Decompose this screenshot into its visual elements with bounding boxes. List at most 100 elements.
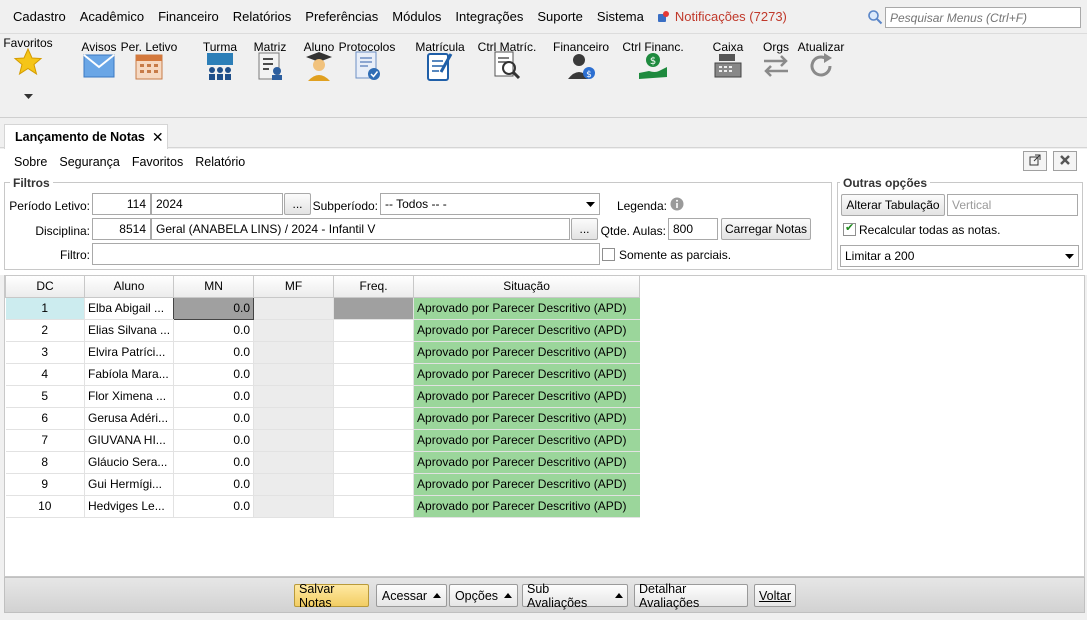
- avisos-button[interactable]: Avisos: [81, 40, 117, 114]
- cell-mn[interactable]: 0.0: [173, 341, 254, 364]
- per-letivo-button[interactable]: Per. Letivo: [121, 40, 177, 114]
- cell-mf[interactable]: [253, 429, 334, 452]
- ctrl-matric-button[interactable]: Ctrl Matríc.: [478, 40, 536, 114]
- table-row[interactable]: 9 Gui Hermígi... 0.0 Aprovado por Parecer D…: [5, 473, 640, 496]
- notifications-link[interactable]: Notificações (7273): [657, 9, 787, 24]
- cell-mf[interactable]: [253, 363, 334, 386]
- menu-favoritos[interactable]: Favoritos: [126, 155, 189, 169]
- acessar-button[interactable]: Acessar: [376, 584, 447, 607]
- cell-mf[interactable]: [253, 407, 334, 430]
- table-row[interactable]: 3 Elvira Patríci... 0.0 Aprovado por Parece…: [5, 341, 640, 364]
- cell-freq[interactable]: [333, 385, 414, 408]
- limitar-select[interactable]: Limitar a 200: [840, 245, 1079, 267]
- cell-mn[interactable]: 0.0: [173, 429, 254, 452]
- close-icon[interactable]: ✕: [152, 129, 164, 146]
- menu-academico[interactable]: Acadêmico: [73, 9, 151, 24]
- menu-relatorio[interactable]: Relatório: [189, 155, 251, 169]
- menu-seguranca[interactable]: Segurança: [53, 155, 125, 169]
- cell-mn[interactable]: 0.0: [173, 407, 254, 430]
- cell-freq[interactable]: [333, 451, 414, 474]
- cell-mn[interactable]: 0.0: [173, 495, 254, 518]
- column-header-mn[interactable]: MN: [173, 276, 255, 298]
- disciplina-value-input[interactable]: Geral (ANABELA LINS) / 2024 - Infantil V: [151, 218, 570, 240]
- favoritos-button[interactable]: Favoritos: [3, 36, 53, 114]
- protocolos-button[interactable]: Protocolos: [339, 40, 395, 114]
- menu-sistema[interactable]: Sistema: [590, 9, 651, 24]
- qtde-aulas-input[interactable]: 800: [668, 218, 718, 240]
- column-header-dc[interactable]: DC: [5, 276, 85, 298]
- menu-modulos[interactable]: Módulos: [385, 9, 448, 24]
- cell-freq[interactable]: [333, 473, 414, 496]
- cell-mn[interactable]: 0.0: [173, 385, 254, 408]
- cell-freq[interactable]: [333, 341, 414, 364]
- detalhar-avaliacoes-button[interactable]: Detalhar Avaliações: [634, 582, 748, 610]
- periodo-code-input[interactable]: 114: [92, 193, 151, 215]
- financeiro-button[interactable]: $ Financeiro: [553, 40, 609, 114]
- menu-sobre[interactable]: Sobre: [8, 155, 53, 169]
- cell-mf[interactable]: [253, 319, 334, 342]
- salvar-notas-button[interactable]: Salvar Notas: [294, 582, 369, 610]
- cell-mn[interactable]: 0.0: [173, 296, 255, 320]
- column-header-mf[interactable]: MF: [253, 276, 335, 298]
- menu-relatorios[interactable]: Relatórios: [226, 9, 299, 24]
- somente-parciais-checkbox[interactable]: [602, 248, 615, 261]
- tabulacao-field[interactable]: Vertical: [947, 194, 1078, 216]
- menu-preferencias[interactable]: Preferências: [298, 9, 385, 24]
- detach-window-button[interactable]: [1023, 151, 1047, 171]
- aluno-button[interactable]: Aluno: [301, 40, 337, 114]
- info-icon[interactable]: [670, 197, 684, 214]
- menu-cadastro[interactable]: Cadastro: [6, 9, 73, 24]
- carregar-notas-button[interactable]: Carregar Notas: [721, 218, 811, 240]
- menu-integracoes[interactable]: Integrações: [448, 9, 530, 24]
- cell-mf[interactable]: [253, 451, 334, 474]
- table-row[interactable]: 7 GIUVANA HI... 0.0 Aprovado por Parecer De…: [5, 429, 640, 452]
- matricula-button[interactable]: Matrícula: [415, 40, 465, 114]
- subperiodo-select[interactable]: -- Todos -- -: [380, 193, 600, 215]
- cell-mn[interactable]: 0.0: [173, 451, 254, 474]
- caixa-button[interactable]: Caixa: [710, 40, 746, 114]
- alterar-tabulacao-button[interactable]: Alterar Tabulação: [841, 194, 945, 216]
- cell-freq[interactable]: [333, 297, 414, 320]
- column-header-situacao[interactable]: Situação: [413, 276, 641, 298]
- table-row[interactable]: 2 Elias Silvana ... 0.0 Aprovado por Parece…: [5, 319, 640, 342]
- menu-suporte[interactable]: Suporte: [530, 9, 590, 24]
- disciplina-code-input[interactable]: 8514: [92, 218, 151, 240]
- cell-mf[interactable]: [253, 473, 334, 496]
- cell-mf[interactable]: [253, 341, 334, 364]
- matriz-button[interactable]: Matriz: [252, 40, 288, 114]
- table-row[interactable]: 1 Elba Abigail ... 0.0 Aprovado por Parecer…: [5, 296, 640, 320]
- cell-freq[interactable]: [333, 429, 414, 452]
- cell-freq[interactable]: [333, 319, 414, 342]
- cell-mf[interactable]: [253, 297, 334, 320]
- cell-mf[interactable]: [253, 385, 334, 408]
- periodo-value-input[interactable]: 2024: [151, 193, 283, 215]
- voltar-button[interactable]: Voltar: [754, 584, 796, 607]
- orgs-button[interactable]: Orgs: [758, 40, 794, 114]
- sub-avaliacoes-button[interactable]: Sub Avaliações: [522, 582, 628, 610]
- cell-freq[interactable]: [333, 407, 414, 430]
- column-header-aluno[interactable]: Aluno: [83, 276, 175, 298]
- table-row[interactable]: 4 Fabíola Mara... 0.0 Aprovado por Parecer …: [5, 363, 640, 386]
- filtro-input[interactable]: [92, 243, 600, 265]
- table-row[interactable]: 6 Gerusa Adéri... 0.0 Aprovado por Parecer …: [5, 407, 640, 430]
- column-header-freq[interactable]: Freq.: [333, 276, 415, 298]
- cell-mn[interactable]: 0.0: [173, 363, 254, 386]
- cell-mn[interactable]: 0.0: [173, 473, 254, 496]
- disciplina-browse-button[interactable]: ...: [571, 218, 598, 240]
- recalcular-checkbox[interactable]: [843, 221, 856, 236]
- cell-mn[interactable]: 0.0: [173, 319, 254, 342]
- periodo-browse-button[interactable]: ...: [284, 193, 311, 215]
- table-row[interactable]: 8 Gláucio Sera... 0.0 Aprovado por Parecer …: [5, 451, 640, 474]
- cell-freq[interactable]: [333, 363, 414, 386]
- menu-financeiro[interactable]: Financeiro: [151, 9, 226, 24]
- menu-search-field[interactable]: [885, 7, 1081, 28]
- ctrl-financ-button[interactable]: $ Ctrl Financ.: [622, 40, 684, 114]
- cell-freq[interactable]: [333, 495, 414, 518]
- table-row[interactable]: 5 Flor Ximena ... 0.0 Aprovado por Parecer …: [5, 385, 640, 408]
- table-row[interactable]: 10 Hedviges Le... 0.0 Aprovado por Parecer …: [5, 495, 640, 518]
- menu-search-input[interactable]: [886, 10, 1080, 25]
- close-form-button[interactable]: [1053, 151, 1077, 171]
- opcoes-button[interactable]: Opções: [449, 584, 518, 607]
- atualizar-button[interactable]: Atualizar: [798, 40, 844, 114]
- cell-mf[interactable]: [253, 495, 334, 518]
